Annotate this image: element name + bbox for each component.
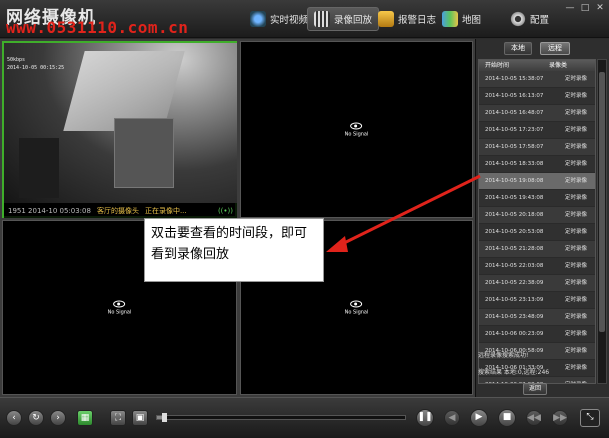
refresh-icon[interactable]: ↻	[28, 410, 44, 426]
grid-layout-icon[interactable]: ▦	[77, 410, 93, 426]
annotation-callout: 双击要查看的时间段，即可看到录像回放	[144, 218, 324, 282]
arrow-line	[337, 174, 481, 248]
stop-icon[interactable]: ■	[498, 409, 516, 427]
next-icon[interactable]: ›	[50, 410, 66, 426]
fast-forward-icon[interactable]: ▶▶	[552, 410, 568, 426]
rewind-icon[interactable]: ◀	[444, 410, 460, 426]
lock-icon[interactable]: ▣	[132, 410, 148, 426]
prev-icon[interactable]: ‹	[6, 410, 22, 426]
play-icon[interactable]: ▶	[470, 409, 488, 427]
playback-progress[interactable]	[156, 413, 406, 422]
arrow-head	[326, 236, 348, 252]
snapshot-icon[interactable]: ⤡	[580, 409, 600, 427]
playback-toolbar: ‹ ↻ › ▦ ⛶ ▣ ❚❚ ◀ ▶ ■ ◀◀ ▶▶ ⤡	[0, 397, 609, 438]
pause-icon[interactable]: ❚❚	[416, 409, 434, 427]
progress-knob[interactable]	[161, 413, 167, 422]
slow-icon[interactable]: ◀◀	[526, 410, 542, 426]
fullscreen-icon[interactable]: ⛶	[110, 410, 126, 426]
